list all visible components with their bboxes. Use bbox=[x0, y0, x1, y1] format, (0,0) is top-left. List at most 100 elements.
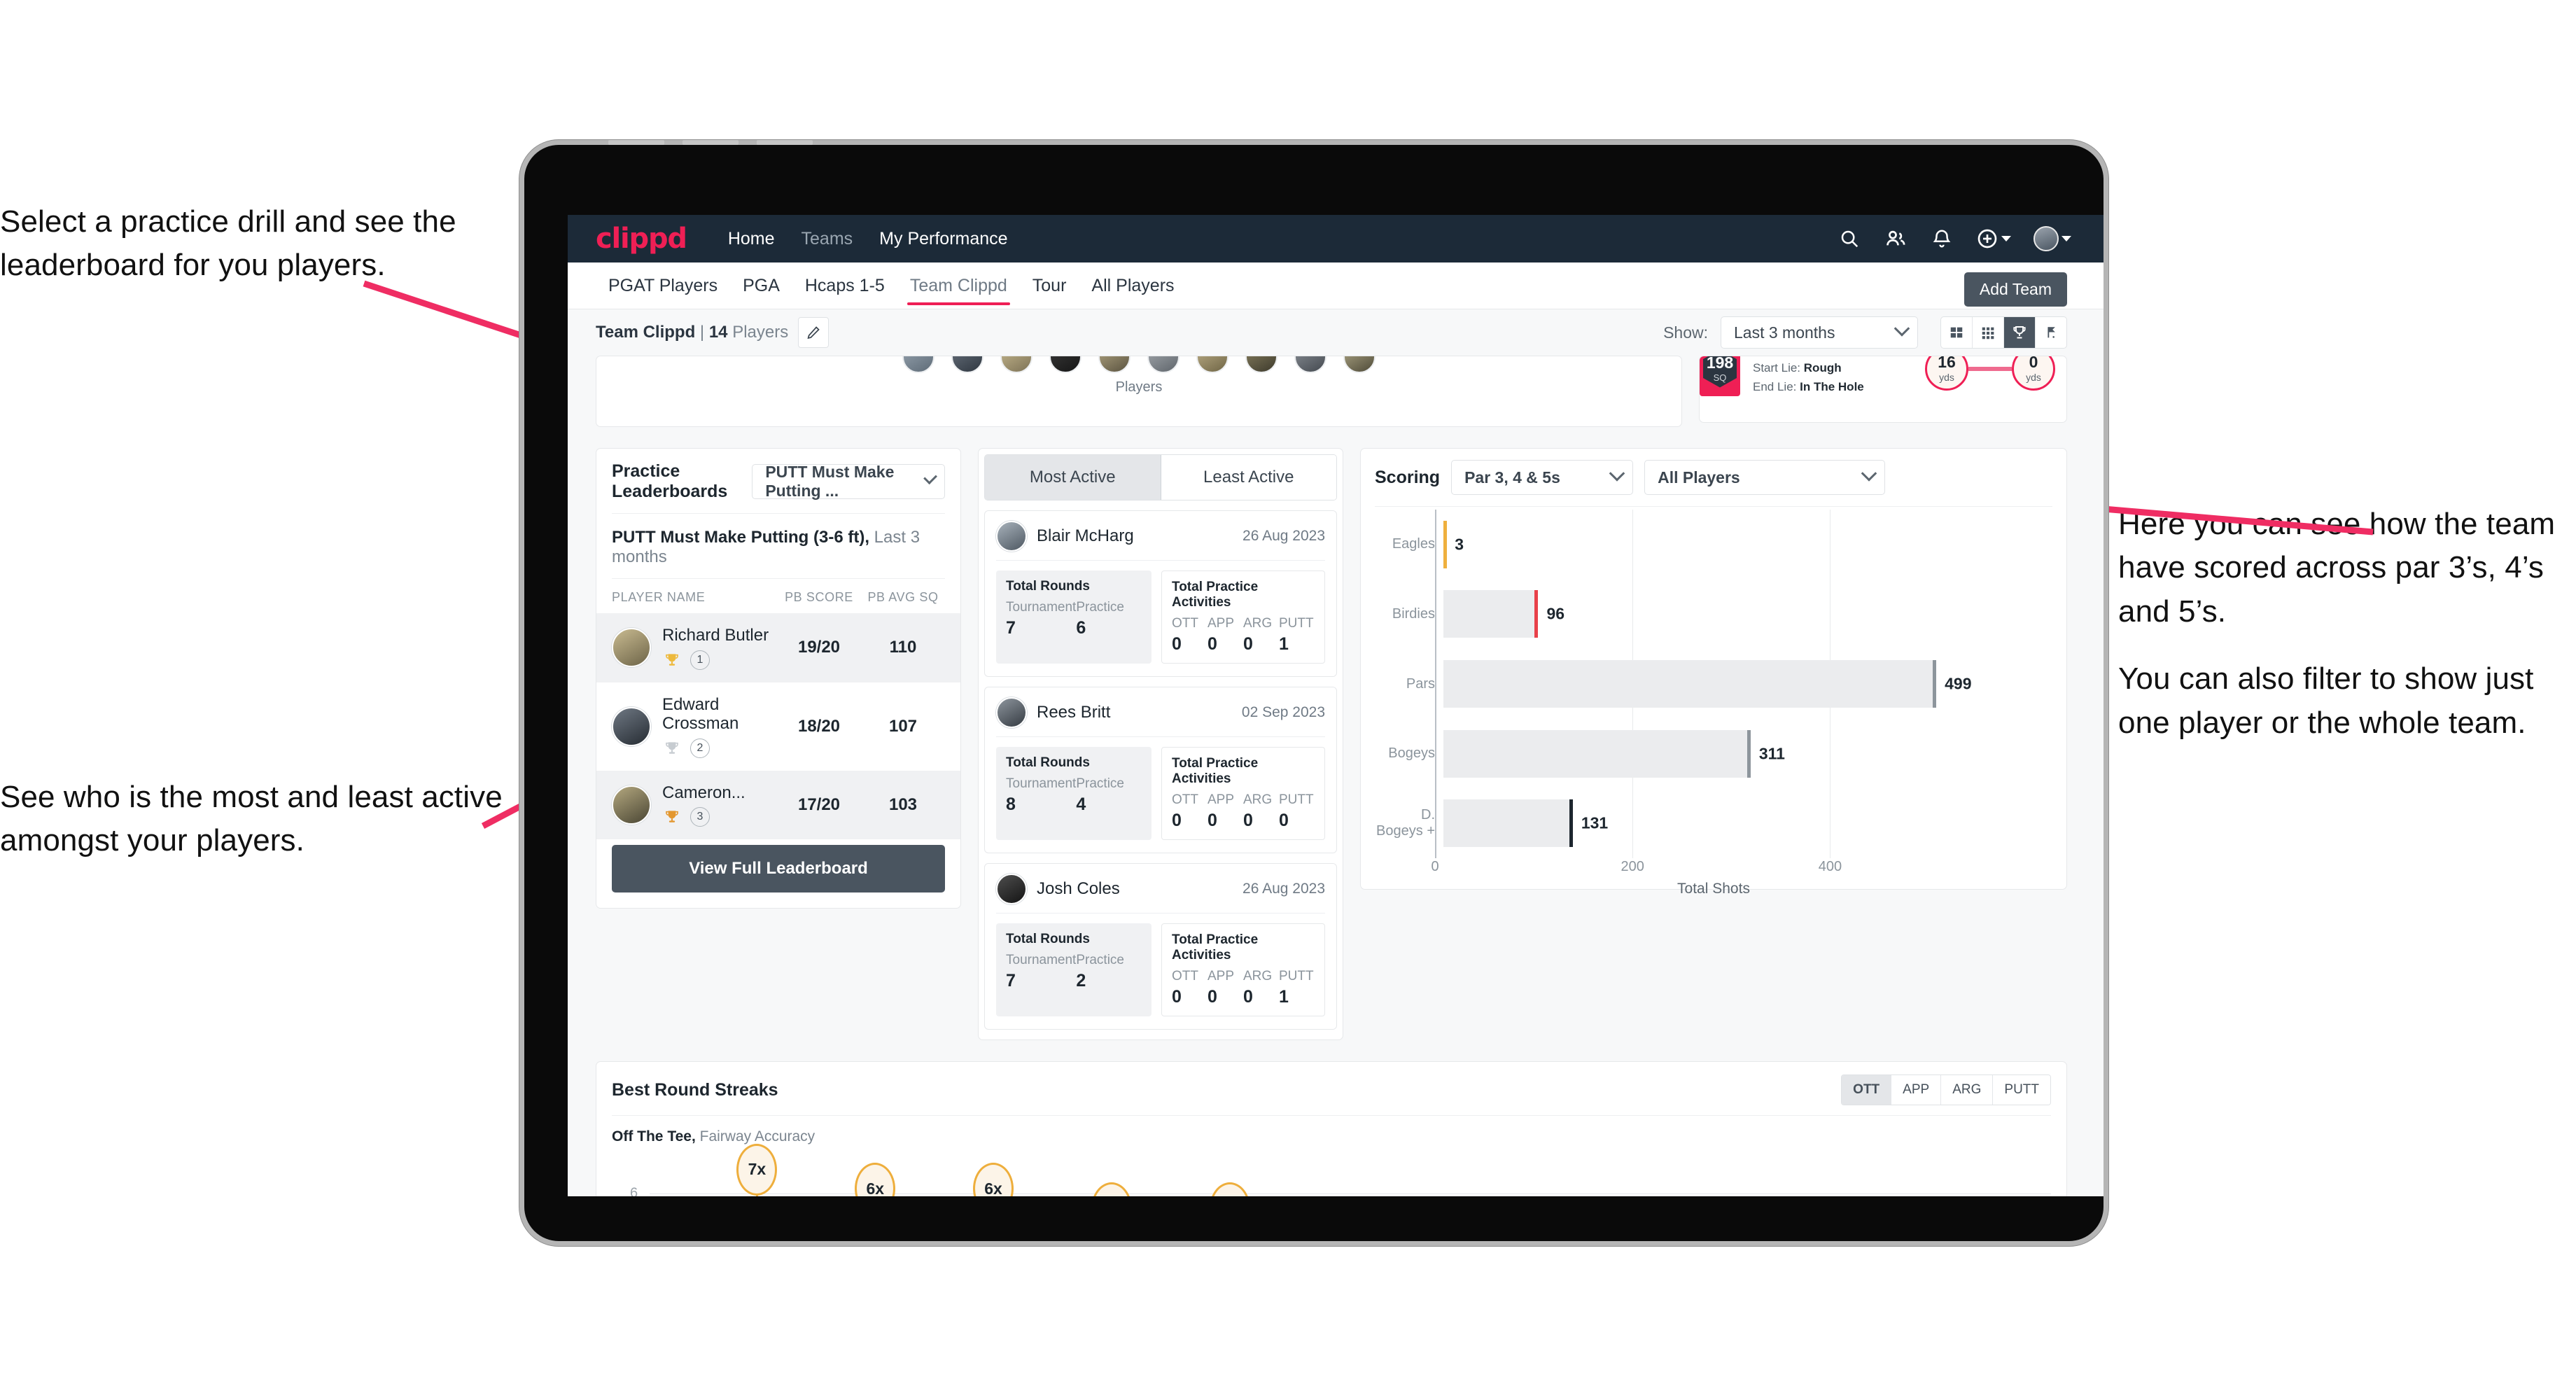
add-team-button[interactable]: Add Team bbox=[1963, 272, 2067, 307]
players-word: Players bbox=[732, 323, 789, 342]
practice-key-ott: OTT bbox=[1172, 969, 1198, 983]
player-avatar[interactable] bbox=[1196, 356, 1228, 373]
activity-card[interactable]: Josh Coles 26 Aug 2023 Total Rounds Tour… bbox=[984, 863, 1337, 1030]
rank-number: 3 bbox=[690, 807, 710, 827]
grid-small-icon-button[interactable] bbox=[1973, 317, 2004, 348]
tab-tour[interactable]: Tour bbox=[1020, 262, 1079, 309]
tab-all-players[interactable]: All Players bbox=[1079, 262, 1186, 309]
people-icon[interactable] bbox=[1884, 227, 1907, 251]
player-avatar[interactable] bbox=[1343, 356, 1376, 373]
rounds-key-practice: Practice bbox=[1076, 776, 1124, 791]
nav-link-my-performance[interactable]: My Performance bbox=[866, 229, 1021, 249]
streaks-y-axis-title: Streak, Fairway Accuracy bbox=[608, 1148, 644, 1196]
chart-bar-cap bbox=[1569, 799, 1573, 848]
drill-name: PUTT Must Make Putting (3-6 ft), bbox=[612, 528, 869, 547]
edit-team-button[interactable] bbox=[798, 317, 830, 348]
tab-least-active[interactable]: Least Active bbox=[1161, 455, 1336, 500]
chart-bar-track: 96 bbox=[1443, 590, 2052, 638]
player-avatar[interactable] bbox=[1245, 356, 1278, 373]
streak-bubble[interactable]: 7x bbox=[736, 1143, 778, 1196]
par-select[interactable]: Par 3, 4 & 5s bbox=[1451, 460, 1634, 495]
player-name: Josh Coles bbox=[1037, 879, 1120, 898]
grid-large-icon bbox=[1950, 327, 1963, 338]
total-rounds-title: Total Rounds bbox=[1006, 932, 1090, 946]
activity-card-body: Total Rounds Tournament 7 Practice 6 Total… bbox=[996, 570, 1325, 664]
streak-bubble[interactable]: 6x bbox=[855, 1163, 896, 1196]
practice-value-ott: 0 bbox=[1172, 811, 1182, 830]
tab-most-active[interactable]: Most Active bbox=[985, 455, 1161, 500]
chart-bar-row: Bogeys 311 bbox=[1375, 729, 2052, 778]
date-range-select[interactable]: Last 3 months bbox=[1721, 316, 1918, 349]
total-rounds-box: Total Rounds Tournament 7 Practice 2 bbox=[996, 923, 1152, 1016]
avatar bbox=[996, 697, 1027, 728]
scoring-bar-chart: Total Shots 0 200 400 Eagles 3 Birdies 96 Pars 4… bbox=[1375, 510, 2052, 897]
streak-bubble[interactable]: 5x bbox=[1209, 1182, 1250, 1196]
drill-select[interactable]: PUTT Must Make Putting ... bbox=[752, 463, 945, 500]
tab-team-clippd[interactable]: Team Clippd bbox=[897, 262, 1020, 309]
chart-bar-row: Birdies 96 bbox=[1375, 590, 2052, 638]
player-avatar[interactable] bbox=[1147, 356, 1180, 373]
player-avatar[interactable] bbox=[1049, 356, 1082, 373]
streak-bubble[interactable]: 6x bbox=[973, 1163, 1014, 1196]
end-lie-value: In The Hole bbox=[1800, 379, 1864, 393]
player-avatar[interactable] bbox=[1294, 356, 1326, 373]
tab-pgat-players[interactable]: PGAT Players bbox=[596, 262, 730, 309]
rounds-key-tournament: Tournament bbox=[1006, 600, 1077, 615]
clippd-logo[interactable]: clippd bbox=[596, 223, 687, 255]
nav-link-teams[interactable]: Teams bbox=[788, 229, 867, 249]
search-icon[interactable] bbox=[1837, 227, 1861, 251]
toggle-ott[interactable]: OTT bbox=[1842, 1075, 1892, 1105]
bell-icon[interactable] bbox=[1930, 227, 1954, 251]
chart-category-label: D. Bogeys + bbox=[1376, 807, 1435, 839]
player-avatar[interactable] bbox=[1000, 356, 1032, 373]
chart-category-label: Birdies bbox=[1392, 606, 1435, 622]
practice-key-arg: ARG bbox=[1243, 616, 1273, 631]
practice-leaderboards-panel: Practice Leaderboards PUTT Must Make Put… bbox=[596, 448, 961, 909]
view-full-leaderboard-button[interactable]: View Full Leaderboard bbox=[612, 845, 945, 893]
par-select-value: Par 3, 4 & 5s bbox=[1464, 468, 1560, 486]
column-pb-score: PB SCORE bbox=[785, 590, 853, 604]
table-row[interactable]: Edward Crossman 2 18/20 107 bbox=[596, 682, 960, 771]
chevron-down-icon bbox=[2001, 236, 2011, 241]
toggle-putt[interactable]: PUTT bbox=[1993, 1075, 2050, 1105]
chart-bar bbox=[1443, 590, 1539, 638]
plus-circle-icon[interactable] bbox=[1976, 227, 2011, 251]
grid-large-icon-button[interactable] bbox=[1941, 317, 1973, 348]
trophy-icon bbox=[2013, 326, 2026, 339]
panel-title: Best Round Streaks bbox=[612, 1079, 778, 1100]
last-activity-date: 26 Aug 2023 bbox=[1242, 881, 1325, 897]
flag-icon-button[interactable] bbox=[2036, 317, 2066, 348]
practice-value-putt: 0 bbox=[1279, 811, 1289, 830]
players-caption: Players bbox=[1115, 379, 1163, 395]
player-avatar[interactable] bbox=[1098, 356, 1130, 373]
table-row[interactable]: Cameron... 3 17/20 103 bbox=[596, 770, 960, 840]
practice-activities-title: Total Practice Activities bbox=[1172, 756, 1259, 786]
player-avatar[interactable] bbox=[951, 356, 983, 373]
player-filter-select[interactable]: All Players bbox=[1644, 460, 1886, 495]
player-avatar[interactable] bbox=[902, 356, 934, 373]
activity-card[interactable]: Rees Britt 02 Sep 2023 Total Rounds Tour… bbox=[984, 687, 1337, 853]
toggle-arg[interactable]: ARG bbox=[1941, 1075, 1994, 1105]
avatar-image bbox=[2033, 226, 2059, 251]
view-toggle-group bbox=[1940, 316, 2067, 349]
team-subheader: Team Clippd | 14 Players Show: Last 3 mo… bbox=[568, 309, 2104, 356]
toggle-app[interactable]: APP bbox=[1891, 1075, 1942, 1105]
nav-link-home[interactable]: Home bbox=[715, 229, 788, 249]
activity-card-header: Josh Coles 26 Aug 2023 bbox=[996, 874, 1325, 913]
table-row[interactable]: Richard Butler 1 19/20 110 bbox=[596, 613, 960, 682]
chart-bar-track: 311 bbox=[1443, 729, 2052, 778]
annotation-right: Here you can see how the team have score… bbox=[2118, 503, 2576, 745]
trophy-icon-button[interactable] bbox=[2004, 317, 2036, 348]
streak-bubble[interactable]: 5x bbox=[1091, 1182, 1132, 1196]
annotation-top-left: Select a practice drill and see the lead… bbox=[0, 200, 553, 288]
chevron-down-icon bbox=[1861, 465, 1877, 482]
practice-value-app: 0 bbox=[1208, 811, 1217, 830]
tab-pga[interactable]: PGA bbox=[730, 262, 792, 309]
activity-card[interactable]: Blair McHarg 26 Aug 2023 Total Rounds To… bbox=[984, 510, 1337, 677]
practice-key-putt: PUTT bbox=[1279, 969, 1314, 983]
shot-summary-inner: 198 SQ Shot Dist: 16 yds Start Lie: Roug… bbox=[1700, 356, 2066, 396]
tab-hcaps-1-5[interactable]: Hcaps 1-5 bbox=[792, 262, 897, 309]
avatar[interactable] bbox=[2033, 226, 2071, 251]
practice-leaderboards-header: Practice Leaderboards PUTT Must Make Put… bbox=[596, 449, 960, 513]
device-button bbox=[682, 140, 738, 145]
